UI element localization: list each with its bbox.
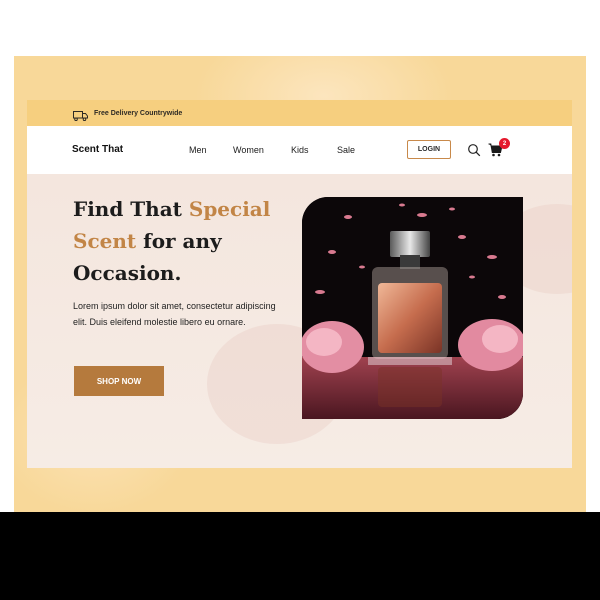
login-button[interactable]: LOGIN	[407, 140, 451, 159]
search-icon[interactable]	[467, 143, 481, 157]
perfume-product-image	[302, 197, 523, 419]
nav-item-kids[interactable]: Kids	[291, 126, 309, 174]
nav-item-women[interactable]: Women	[233, 126, 264, 174]
truck-icon	[73, 108, 88, 122]
headline-text: for any	[136, 229, 222, 253]
bottom-strip	[0, 512, 600, 600]
headline-text: Occasion.	[73, 261, 182, 285]
shop-now-button[interactable]: SHOP NOW	[74, 366, 164, 396]
cart-count-badge: 2	[499, 138, 510, 149]
landing-page: Free Delivery Countrywide Scent That Men…	[27, 100, 572, 468]
hero-headline: Find That Special Scent for any Occasion…	[73, 193, 313, 289]
headline-accent: Special	[188, 197, 271, 221]
top-bar: Free Delivery Countrywide	[27, 100, 572, 126]
hero-description: Lorem ipsum dolor sit amet, consectetur …	[73, 301, 276, 327]
navbar: Scent That Men Women Kids Sale LOGIN 2	[27, 126, 572, 174]
delivery-text: Free Delivery Countrywide	[94, 109, 183, 117]
headline-text: Find That	[73, 197, 189, 221]
headline-accent: Scent	[73, 229, 137, 253]
nav-item-men[interactable]: Men	[189, 126, 207, 174]
nav-item-sale[interactable]: Sale	[337, 126, 355, 174]
brand-logo[interactable]: Scent That	[72, 126, 123, 174]
